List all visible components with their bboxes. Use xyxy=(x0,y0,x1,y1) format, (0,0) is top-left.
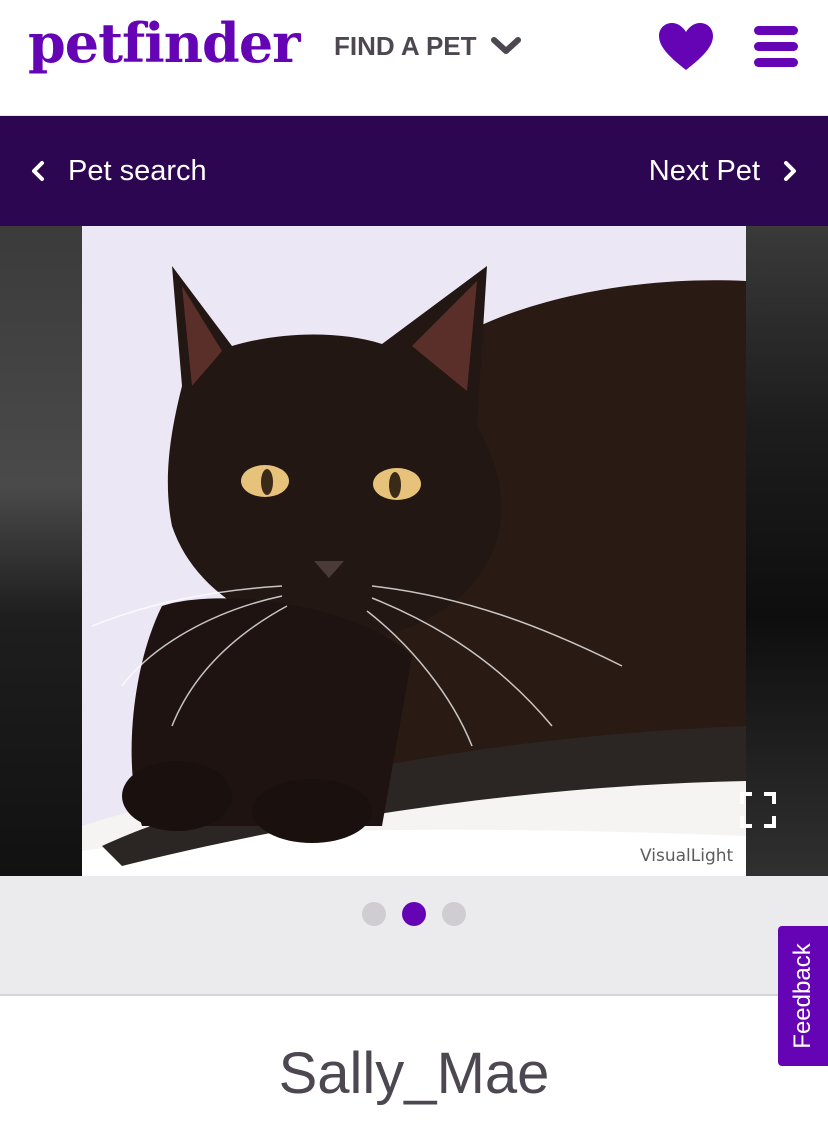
carousel-dot-2[interactable] xyxy=(402,902,426,926)
photo-watermark: VisualLight xyxy=(640,846,734,866)
feedback-tab[interactable]: Feedback xyxy=(778,926,828,1066)
previous-photo-peek[interactable] xyxy=(0,226,82,876)
petfinder-logo[interactable]: petfinder xyxy=(28,8,301,78)
chevron-right-icon xyxy=(784,161,796,181)
carousel-dot-1[interactable] xyxy=(362,902,386,926)
fullscreen-icon xyxy=(740,792,776,828)
photo-carousel[interactable]: VisualLight xyxy=(0,226,828,876)
chevron-left-icon xyxy=(32,161,44,181)
next-pet-link[interactable]: Next Pet xyxy=(649,116,798,226)
carousel-pagination xyxy=(0,876,828,996)
carousel-dot-3[interactable] xyxy=(442,902,466,926)
heart-icon xyxy=(659,23,713,70)
site-header: petfinder FIND A PET xyxy=(0,0,828,116)
pet-search-back-link[interactable]: Pet search xyxy=(30,116,207,226)
pet-search-label: Pet search xyxy=(68,154,207,187)
pet-photo[interactable] xyxy=(82,226,746,876)
menu-button[interactable] xyxy=(752,22,800,72)
chevron-down-icon xyxy=(490,37,521,54)
next-photo-peek[interactable] xyxy=(746,226,828,876)
hamburger-menu-icon xyxy=(754,26,798,67)
next-pet-label: Next Pet xyxy=(648,154,760,187)
find-a-pet-dropdown[interactable]: FIND A PET xyxy=(334,28,521,64)
carousel-dots xyxy=(362,902,466,926)
pet-name-heading: Sally_Mae xyxy=(278,1041,550,1106)
pet-nav-bar: Pet search Next Pet xyxy=(0,116,828,226)
favorites-button[interactable] xyxy=(658,22,714,72)
expand-photo-button[interactable] xyxy=(740,792,776,828)
find-a-pet-label: FIND A PET xyxy=(334,30,477,61)
feedback-label: Feedback xyxy=(789,943,816,1049)
black-cat-photo xyxy=(82,226,746,876)
